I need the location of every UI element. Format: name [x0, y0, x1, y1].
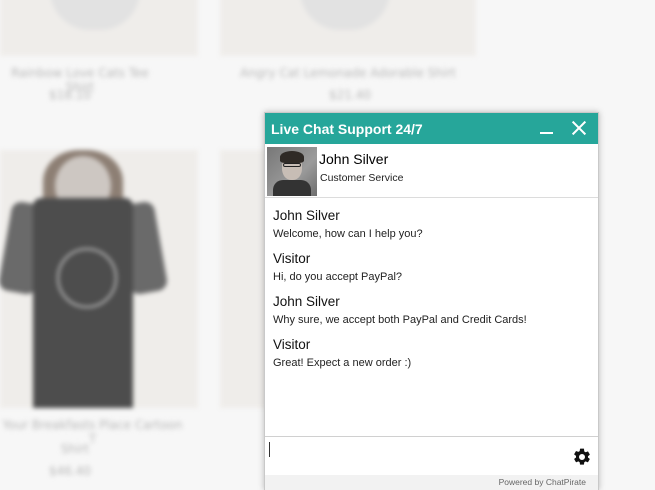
message-text: Hi, do you accept PayPal?	[273, 271, 403, 283]
message: Visitor Great! Expect a new order :)	[273, 336, 590, 372]
page: Rainbow Love Cats Tee Shirt Angry Cat Le…	[0, 0, 655, 490]
product-name-continued[interactable]: Shirt	[55, 442, 95, 456]
agent-name: John Silver	[319, 151, 389, 167]
close-icon[interactable]	[567, 113, 593, 144]
model-wearing-shirt	[0, 150, 169, 408]
message: John Silver Why sure, we accept both Pay…	[273, 293, 590, 329]
message-input[interactable]	[268, 441, 563, 471]
chat-header[interactable]: Live Chat Support 24/7	[265, 113, 598, 144]
message-sender: John Silver	[273, 208, 340, 223]
product-name[interactable]: Angry Cat Lemonade Adorable Shirt	[230, 66, 466, 80]
message-sender: John Silver	[273, 294, 340, 309]
powered-by-footer[interactable]: Powered by ChatPirate	[265, 475, 598, 490]
message: John Silver Welcome, how can I help you?	[273, 207, 590, 243]
minimize-icon[interactable]	[534, 113, 560, 144]
message-text: Welcome, how can I help you?	[273, 228, 423, 240]
agent-role: Customer Service	[320, 172, 404, 184]
message-list: John Silver Welcome, how can I help you?…	[265, 199, 598, 435]
chat-title: Live Chat Support 24/7	[271, 120, 423, 137]
agent-info: John Silver Customer Service	[265, 144, 598, 198]
product-price: $46.40	[49, 464, 91, 478]
message: Visitor Hi, do you accept PayPal?	[273, 250, 590, 286]
product-price: $21.40	[329, 88, 371, 102]
message-sender: Visitor	[273, 251, 311, 266]
message-sender: Visitor	[273, 337, 311, 352]
gear-icon[interactable]	[572, 447, 592, 467]
message-text: Why sure, we accept both PayPal and Cred…	[273, 314, 527, 326]
chat-input-bar	[265, 436, 598, 475]
message-text: Great! Expect a new order :)	[273, 357, 412, 369]
chat-widget: Live Chat Support 24/7 John Silver Custo…	[264, 112, 599, 490]
product-price: $18.10	[49, 88, 91, 102]
avatar	[267, 147, 317, 196]
